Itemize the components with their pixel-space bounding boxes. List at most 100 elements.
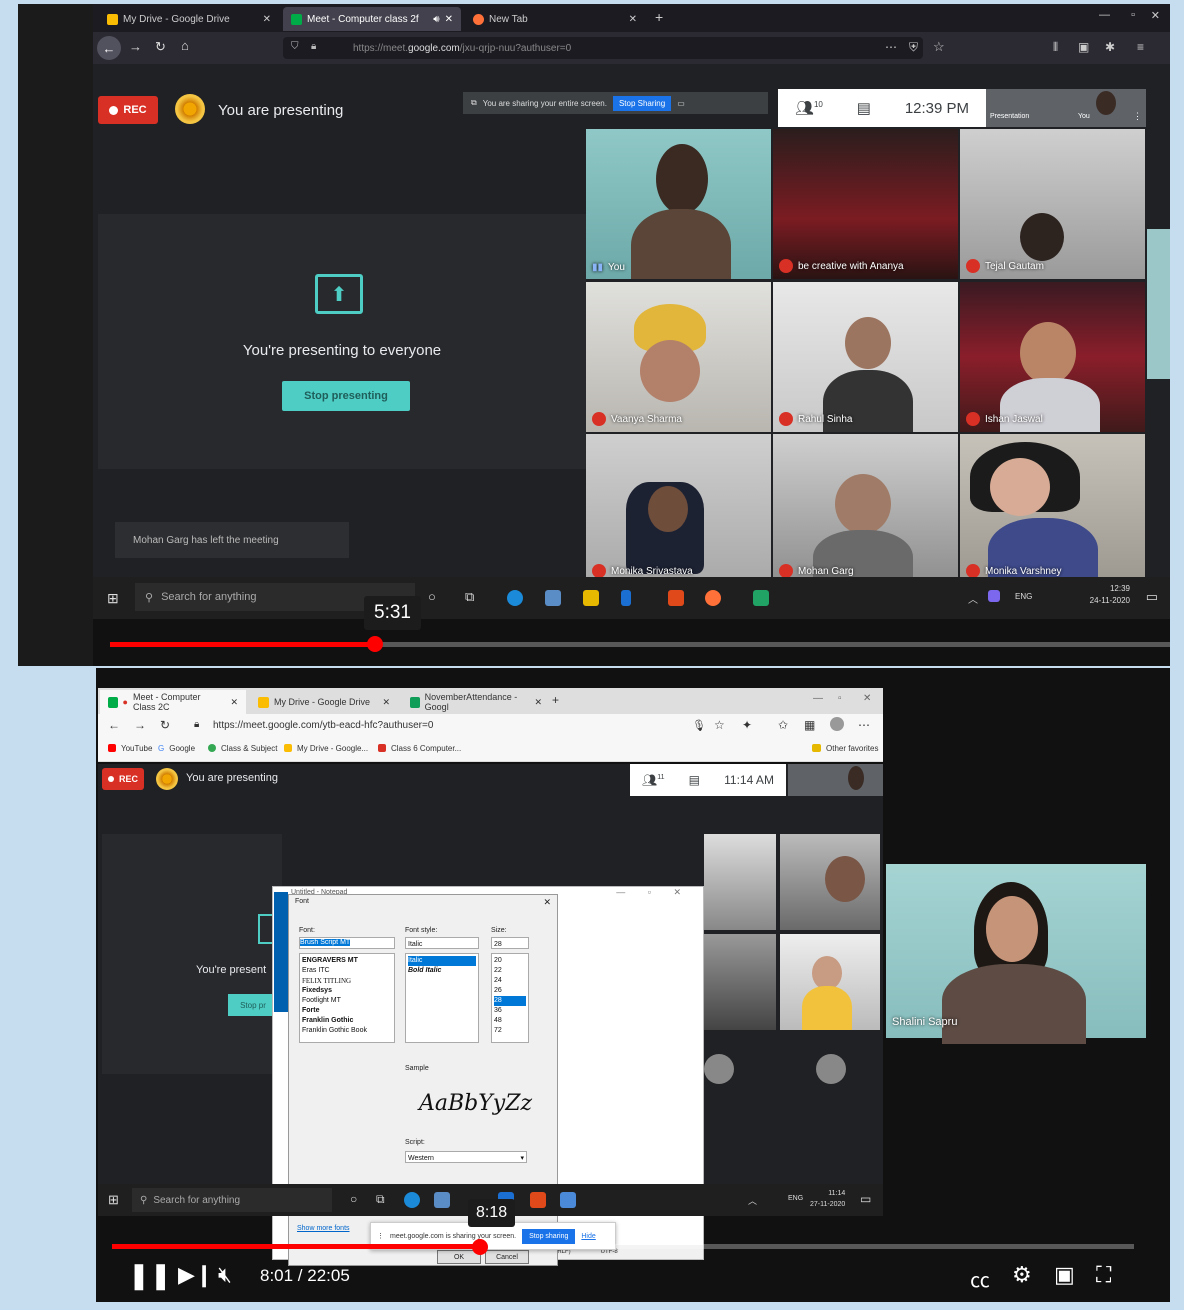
pocket-icon[interactable]: ⛨ [909,40,918,55]
size-option[interactable]: 22 [494,966,526,976]
tab-my-drive[interactable]: My Drive - Google Drive ✕ [250,690,398,714]
extension-icon[interactable]: ✦ [742,718,752,732]
back-icon[interactable]: ← [108,718,120,732]
participant-avatar-icon[interactable] [704,1054,734,1084]
forward-icon[interactable]: → [129,39,142,54]
cortana-icon[interactable]: ○ [350,1192,357,1206]
window-controls-icon[interactable]: — ▫ ✕ [616,887,691,898]
new-tab-plus-icon[interactable]: + [552,693,559,707]
bookmark-my-drive[interactable]: My Drive - Google... [284,744,368,753]
fullscreen-icon[interactable]: ⛶ [1096,1262,1111,1288]
style-option[interactable]: Italic [408,956,476,966]
size-option[interactable]: 72 [494,1026,526,1036]
close-icon[interactable]: ✕ [534,697,542,708]
font-option[interactable]: ENGRAVERS MT [302,956,392,966]
next-icon[interactable]: ▶❙ [178,1262,213,1288]
menu-icon[interactable]: ≡ [1137,40,1144,54]
forward-icon[interactable]: → [134,718,146,732]
presentation-thumbnail[interactable]: Presentation You ⋮ [986,89,1146,127]
tray-chevron-icon[interactable]: ︿ [748,1194,757,1207]
participant-tile[interactable] [780,834,880,930]
file-explorer-icon[interactable] [545,590,561,606]
home-icon[interactable]: ⌂ [181,38,189,53]
close-window-icon[interactable]: ✕ [863,693,871,704]
language-indicator[interactable]: ENG [788,1195,803,1202]
tab-attendance[interactable]: NovemberAttendance - Googl ✕ [402,690,550,714]
firefox-taskbar-icon[interactable] [705,590,721,606]
stop-sharing-button[interactable]: Stop Sharing [612,95,672,111]
windows-start-icon[interactable]: ⊞ [107,590,119,607]
close-icon[interactable]: ✕ [445,14,453,25]
file-explorer-icon[interactable] [434,1192,450,1208]
miniplayer-icon[interactable]: ▣ [1054,1262,1075,1288]
maximize-icon[interactable]: ▫ [1131,9,1135,21]
font-list[interactable]: ENGRAVERS MT Eras ITC FELIX TITLING Fixe… [299,953,395,1043]
edge-icon[interactable] [404,1192,420,1208]
more-vert-icon[interactable]: ⋮ [1133,111,1142,122]
bookmark-class-computer[interactable]: Class 6 Computer... [378,744,461,753]
cancel-button[interactable]: Cancel [485,1250,529,1264]
seek-thumb[interactable] [367,636,383,652]
seek-thumb[interactable] [471,1239,488,1255]
favorites-icon[interactable]: ✩ [778,718,788,732]
task-view-icon[interactable]: ⧉ [465,589,474,605]
stop-presenting-button[interactable]: Stop pr [228,994,278,1016]
tab-meet[interactable]: Meet - Computer class 2f 🔊︎ ✕ [283,7,461,31]
notification-icon[interactable]: ▭ [1146,589,1158,605]
collections-icon[interactable]: ▦ [804,718,815,732]
show-more-fonts-link[interactable]: Show more fonts [297,1225,350,1232]
mic-icon[interactable]: 🎙︎ [692,719,706,732]
participant-tile[interactable]: ▮▮ You [586,129,771,279]
excel-icon[interactable] [753,590,769,606]
participant-tile[interactable]: Vaanya Sharma [586,282,771,432]
bookmark-star-icon[interactable]: ☆ [933,39,945,55]
minimize-icon[interactable]: — [1099,9,1110,21]
chat-icon[interactable]: ▤ [857,99,871,117]
seek-bar[interactable] [110,642,1170,647]
cortana-icon[interactable]: ○ [428,589,436,604]
bookmark-youtube[interactable]: YouTube [108,744,152,753]
participant-tile[interactable] [704,834,776,930]
participant-tile[interactable]: Monika Varshney [960,434,1145,584]
url-bar[interactable]: https://meet.google.com/ytb-eacd-hfc?aut… [213,720,433,731]
font-style-list[interactable]: Italic Bold Italic [405,953,479,1043]
tab-meet[interactable]: ● Meet - Computer Class 2C ✕ [100,690,246,714]
new-tab-plus-icon[interactable]: + [655,9,663,25]
stop-presenting-button[interactable]: Stop presenting [282,381,410,411]
maximize-icon[interactable]: ▫ [838,693,842,704]
minimize-icon[interactable]: — [813,693,823,704]
library-icon[interactable]: ⫴ [1053,40,1058,55]
bookmark-star-icon[interactable]: ☆ [714,718,725,732]
tray-chevron-icon[interactable]: ︿ [968,591,978,606]
notification-icon[interactable]: ▭ [860,1192,871,1206]
taskbar-search[interactable]: ⚲ Search for anything [132,1188,332,1212]
people-icon[interactable]: 👥︎11 [642,773,665,787]
tab-my-drive[interactable]: My Drive - Google Drive ✕ [99,7,279,31]
style-option[interactable]: Bold Italic [408,966,476,976]
windows-start-icon[interactable]: ⊞ [108,1192,119,1208]
font-option[interactable]: Footlight MT [302,996,392,1006]
reload-icon[interactable]: ↻ [155,39,166,55]
participant-tile[interactable]: Tejal Gautam [960,129,1145,279]
notepad-icon[interactable] [560,1192,576,1208]
sidebar-icon[interactable]: ▣ [1078,40,1089,54]
participant-avatar-icon[interactable] [816,1054,846,1084]
participant-tile[interactable] [704,934,776,1030]
flower-extension-icon[interactable] [175,94,205,124]
office-icon[interactable] [668,590,684,606]
settings-gear-icon[interactable]: ⚙ [1012,1262,1032,1288]
font-style-input[interactable]: Italic [405,937,479,949]
font-option[interactable]: FELIX TITLING [302,976,392,986]
size-option[interactable]: 24 [494,976,526,986]
shield-icon[interactable]: ⛉ [291,41,299,52]
back-icon[interactable]: ← [97,36,121,60]
hide-link[interactable]: Hide [581,1233,595,1240]
size-option[interactable]: 36 [494,1006,526,1016]
speaker-video[interactable]: Shalini Sapru [886,864,1146,1044]
url-bar[interactable]: https://meet. google.com/jxu-qrjp-nuu?aut… [283,37,923,59]
folder-icon[interactable] [583,590,599,606]
seek-bar[interactable] [112,1244,1134,1249]
bookmark-class-subject[interactable]: Class & Subject [208,744,277,753]
participant-tile[interactable]: Rahul Sinha [773,282,958,432]
more-icon[interactable]: ⋯ [885,40,897,54]
